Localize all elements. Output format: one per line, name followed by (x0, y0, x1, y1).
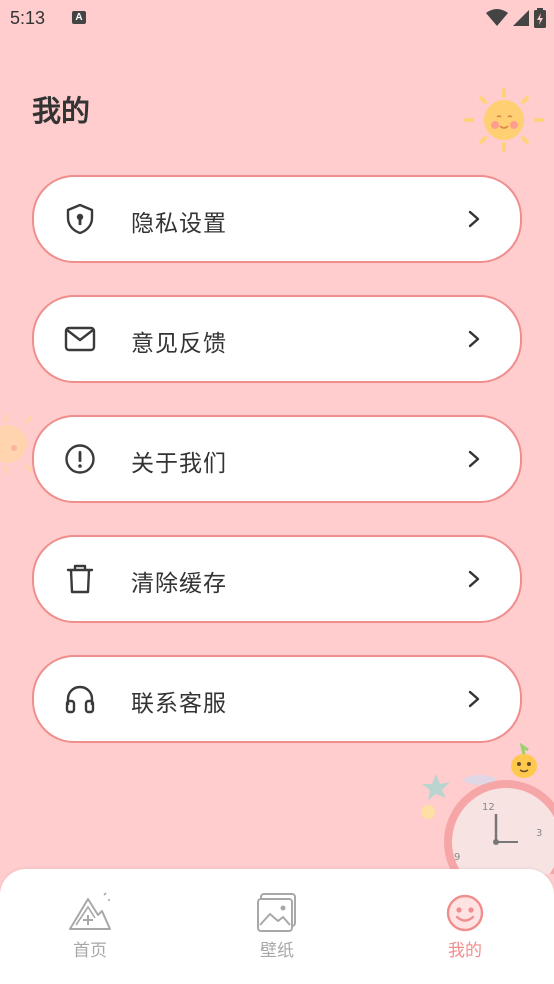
sun-decoration-small (0, 414, 32, 474)
smiley-icon (446, 894, 484, 932)
menu-item-label: 关于我们 (131, 451, 227, 477)
signal-icon (513, 10, 529, 26)
tab-mine[interactable]: 我的 (405, 869, 525, 984)
sun-decoration (464, 88, 544, 152)
svg-text:12: 12 (482, 802, 495, 813)
notification-app-icon: A (72, 11, 86, 24)
mountain-icon (69, 892, 111, 930)
svg-text:9: 9 (454, 852, 460, 863)
menu-item-label: 意见反馈 (131, 331, 227, 357)
menu-item-label: 隐私设置 (131, 211, 227, 237)
menu-item-clear-cache[interactable]: 清除缓存 (32, 535, 522, 623)
svg-text:3: 3 (536, 828, 542, 839)
headphones-icon (65, 685, 95, 714)
mail-icon (64, 326, 96, 352)
info-circle-icon (65, 444, 95, 474)
shield-icon (66, 203, 94, 235)
wifi-icon (486, 9, 508, 26)
status-time: 5:13 (10, 8, 46, 28)
chevron-right-icon (468, 570, 480, 588)
image-icon (257, 893, 296, 932)
battery-icon (534, 8, 546, 28)
chevron-right-icon (468, 330, 480, 348)
menu-item-label: 联系客服 (131, 691, 227, 717)
menu-item-privacy-settings[interactable]: 隐私设置 (32, 175, 522, 263)
status-bar: 5:13 A (0, 0, 554, 36)
chevron-right-icon (468, 210, 480, 228)
menu-item-about-us[interactable]: 关于我们 (32, 415, 522, 503)
chevron-right-icon (468, 450, 480, 468)
bottom-tab-bar: 首页 壁纸 我的 (0, 869, 554, 984)
chevron-right-icon (468, 690, 480, 708)
menu-item-customer-service[interactable]: 联系客服 (32, 655, 522, 743)
menu-item-feedback[interactable]: 意见反馈 (32, 295, 522, 383)
tab-label: 首页 (73, 941, 107, 961)
tab-wallpaper[interactable]: 壁纸 (217, 869, 337, 984)
menu-item-label: 清除缓存 (131, 571, 227, 597)
tab-label: 我的 (448, 941, 482, 961)
tab-home[interactable]: 首页 (30, 869, 150, 984)
clock-decoration: 12 3 9 (421, 742, 554, 874)
page-title: 我的 (32, 94, 91, 128)
tab-label: 壁纸 (260, 941, 294, 961)
status-icons (486, 6, 546, 30)
trash-icon (66, 564, 94, 594)
